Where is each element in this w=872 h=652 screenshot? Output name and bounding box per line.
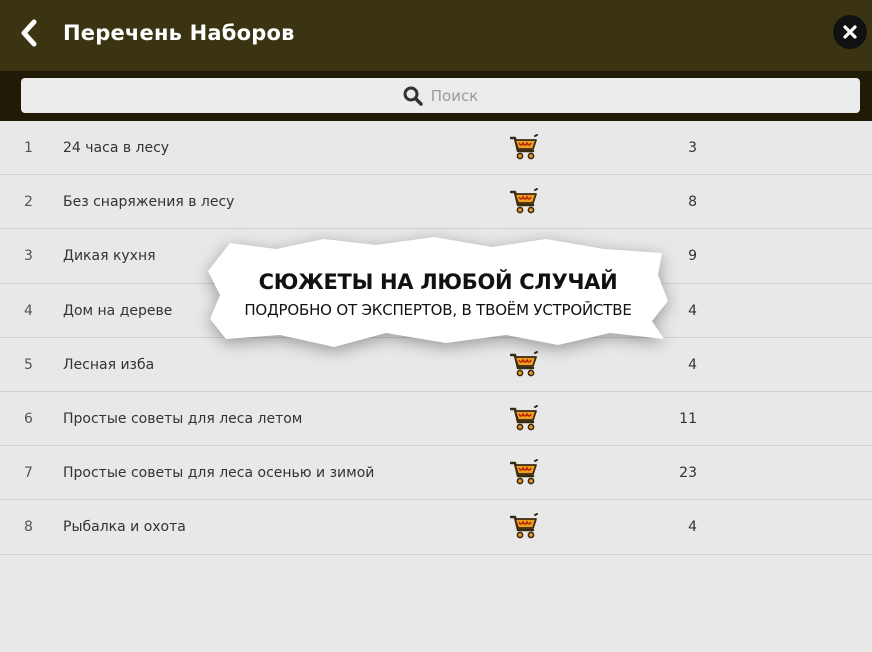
list-item[interactable]: 8 Рыбалка и охота 4 [0, 500, 872, 555]
list-item[interactable]: 6 Простые советы для леса летом 11 [0, 392, 872, 447]
item-name: Без снаряжения в лесу [63, 194, 235, 211]
chevron-left-icon [21, 19, 37, 47]
item-number: 4 [24, 302, 33, 319]
item-count: 3 [688, 140, 697, 156]
close-icon [843, 25, 857, 39]
item-name: Дом на дереве [63, 302, 173, 319]
item-number: 3 [24, 248, 33, 265]
item-number: 8 [24, 519, 33, 536]
item-name: 24 часа в лесу [63, 140, 170, 156]
item-count: 23 [679, 465, 697, 482]
promo-subtitle: ПОДРОБНО ОТ ЭКСПЕРТОВ, В ТВОЁМ УСТРОЙСТВ… [244, 301, 632, 319]
back-button[interactable] [14, 16, 44, 50]
cart-icon[interactable] [510, 350, 538, 379]
close-button[interactable] [833, 15, 867, 49]
page-title: Перечень Наборов [63, 21, 295, 45]
item-number: 1 [24, 140, 33, 156]
list-item[interactable]: 2 Без снаряжения в лесу 8 [0, 175, 872, 230]
app-header: Перечень Наборов [0, 0, 872, 71]
search-placeholder: Поиск [430, 86, 479, 105]
item-count: 4 [688, 519, 697, 536]
item-name: Лесная изба [63, 356, 155, 373]
item-number: 7 [24, 465, 33, 482]
item-name: Дикая кухня [63, 248, 156, 265]
search-input[interactable]: Поиск [21, 78, 860, 113]
item-count: 11 [679, 410, 697, 427]
item-count: 8 [688, 194, 697, 211]
item-number: 6 [24, 410, 33, 427]
cart-icon[interactable] [510, 134, 538, 162]
item-number: 2 [24, 194, 33, 211]
item-count: 4 [688, 356, 697, 373]
promo-title: СЮЖЕТЫ НА ЛЮБОЙ СЛУЧАЙ [258, 270, 618, 294]
cart-icon[interactable] [510, 513, 538, 541]
item-name: Рыбалка и охота [63, 519, 186, 536]
list-item[interactable]: 7 Простые советы для леса осенью и зимой… [0, 446, 872, 501]
cart-icon[interactable] [510, 459, 538, 487]
cart-icon[interactable] [510, 188, 538, 216]
search-icon [403, 86, 423, 106]
torn-paper-shape [208, 237, 668, 347]
list-item[interactable]: 1 24 часа в лесу 3 [0, 121, 872, 176]
promo-banner: СЮЖЕТЫ НА ЛЮБОЙ СЛУЧАЙ ПОДРОБНО ОТ ЭКСПЕ… [206, 235, 670, 353]
item-number: 5 [24, 356, 33, 373]
search-bar: Поиск [0, 71, 872, 121]
item-name: Простые советы для леса осенью и зимой [63, 465, 375, 482]
item-name: Простые советы для леса летом [63, 410, 303, 427]
cart-icon[interactable] [510, 404, 538, 433]
